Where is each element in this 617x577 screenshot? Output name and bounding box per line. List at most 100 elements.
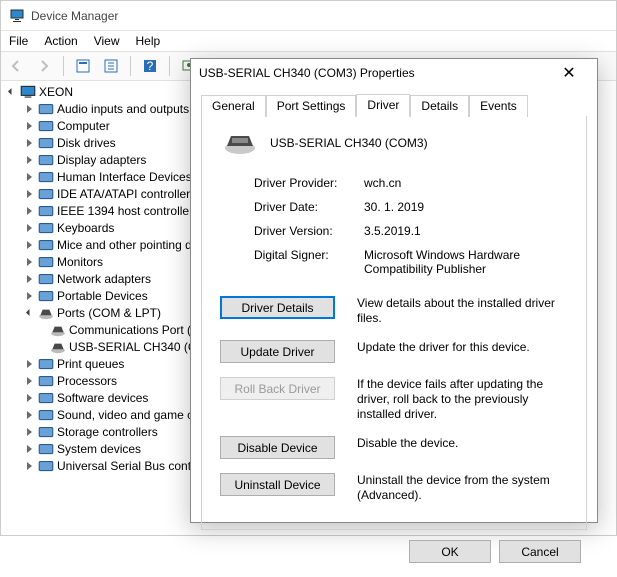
- driver-actions: Driver Details View details about the in…: [218, 296, 570, 517]
- expander-icon[interactable]: [23, 460, 35, 472]
- expander-icon[interactable]: [23, 307, 35, 319]
- forward-button: [33, 55, 55, 77]
- tab-events[interactable]: Events: [469, 95, 528, 117]
- expander-icon[interactable]: [23, 205, 35, 217]
- dialog-buttons: OK Cancel: [191, 536, 597, 577]
- value-date: 30. 1. 2019: [364, 200, 570, 214]
- expander-icon[interactable]: [23, 256, 35, 268]
- expander-icon[interactable]: [23, 273, 35, 285]
- ok-button[interactable]: OK: [409, 540, 491, 563]
- dialog-titlebar: USB-SERIAL CH340 (COM3) Properties ✕: [191, 59, 597, 87]
- tree-item-label: IDE ATA/ATAPI controllers: [57, 187, 196, 201]
- tree-item-label: Processors: [57, 374, 117, 388]
- device-name: USB-SERIAL CH340 (COM3): [270, 136, 428, 150]
- toolbar-separator: [130, 56, 131, 76]
- port-icon: [49, 322, 67, 338]
- close-icon[interactable]: ✕: [549, 59, 589, 87]
- tree-root-label: XEON: [39, 85, 73, 99]
- expander-icon[interactable]: [5, 86, 17, 98]
- label-signer: Digital Signer:: [254, 248, 364, 276]
- expander-icon[interactable]: [23, 171, 35, 183]
- svg-text:?: ?: [147, 59, 154, 73]
- row-provider: Driver Provider: wch.cn: [254, 176, 570, 190]
- tree-item-label: Display adapters: [57, 153, 146, 167]
- expander-icon[interactable]: [23, 137, 35, 149]
- menu-action[interactable]: Action: [44, 34, 77, 48]
- value-version: 3.5.2019.1: [364, 224, 570, 238]
- label-date: Driver Date:: [254, 200, 364, 214]
- menu-help[interactable]: Help: [136, 34, 161, 48]
- category-icon: [37, 424, 55, 440]
- update-driver-desc: Update the driver for this device.: [357, 340, 570, 355]
- toolbar-separator: [169, 56, 170, 76]
- tab-general[interactable]: General: [201, 95, 266, 117]
- tree-item-label: Print queues: [57, 357, 124, 371]
- expander-icon[interactable]: [23, 222, 35, 234]
- category-icon: [37, 152, 55, 168]
- category-icon: [37, 271, 55, 287]
- category-icon: [37, 254, 55, 270]
- category-icon: [37, 441, 55, 457]
- update-driver-button[interactable]: Update Driver: [220, 340, 335, 363]
- device-manager-icon: [9, 8, 25, 24]
- toolbar-separator: [63, 56, 64, 76]
- category-icon: [37, 101, 55, 117]
- tab-driver[interactable]: Driver: [356, 94, 410, 117]
- window-title: Device Manager: [31, 9, 118, 23]
- tab-body: USB-SERIAL CH340 (COM3) Driver Provider:…: [201, 116, 587, 530]
- expander-icon[interactable]: [23, 392, 35, 404]
- tab-port-settings[interactable]: Port Settings: [266, 95, 357, 117]
- category-icon: [37, 305, 55, 321]
- category-icon: [37, 373, 55, 389]
- value-signer: Microsoft Windows Hardware Compatibility…: [364, 248, 570, 276]
- tree-item-label: Human Interface Devices: [57, 170, 192, 184]
- menu-view[interactable]: View: [94, 34, 120, 48]
- rollback-driver-desc: If the device fails after updating the d…: [357, 377, 570, 422]
- expander-icon[interactable]: [23, 154, 35, 166]
- tree-item-label: System devices: [57, 442, 141, 456]
- category-icon: [37, 288, 55, 304]
- cancel-button[interactable]: Cancel: [499, 540, 581, 563]
- expander-icon[interactable]: [23, 426, 35, 438]
- tree-item-label: Network adapters: [57, 272, 151, 286]
- driver-details-button[interactable]: Driver Details: [220, 296, 335, 319]
- driver-details-desc: View details about the installed driver …: [357, 296, 570, 326]
- expander-icon[interactable]: [23, 375, 35, 387]
- row-signer: Digital Signer: Microsoft Windows Hardwa…: [254, 248, 570, 276]
- uninstall-device-button[interactable]: Uninstall Device: [220, 473, 335, 496]
- tree-item-label: Monitors: [57, 255, 103, 269]
- rollback-driver-button: Roll Back Driver: [220, 377, 335, 400]
- menu-file[interactable]: File: [9, 34, 28, 48]
- expander-icon[interactable]: [23, 443, 35, 455]
- category-icon: [37, 458, 55, 474]
- tabstrip: General Port Settings Driver Details Eve…: [191, 87, 597, 116]
- category-icon: [37, 390, 55, 406]
- tree-item-label: Computer: [57, 119, 110, 133]
- expander-icon[interactable]: [23, 290, 35, 302]
- expander-icon[interactable]: [23, 239, 35, 251]
- toolbar-properties-icon[interactable]: [72, 55, 94, 77]
- expander-icon[interactable]: [23, 358, 35, 370]
- tree-item-label: Keyboards: [57, 221, 114, 235]
- expander-icon[interactable]: [23, 120, 35, 132]
- uninstall-device-desc: Uninstall the device from the system (Ad…: [357, 473, 570, 503]
- tree-item-label: Portable Devices: [57, 289, 148, 303]
- category-icon: [37, 203, 55, 219]
- category-icon: [37, 186, 55, 202]
- dialog-title: USB-SERIAL CH340 (COM3) Properties: [199, 66, 549, 80]
- tab-details[interactable]: Details: [410, 95, 469, 117]
- computer-icon: [19, 84, 37, 100]
- back-button: [5, 55, 27, 77]
- expander-icon[interactable]: [23, 188, 35, 200]
- row-date: Driver Date: 30. 1. 2019: [254, 200, 570, 214]
- port-icon: [49, 339, 67, 355]
- menubar: File Action View Help: [1, 31, 616, 51]
- category-icon: [37, 407, 55, 423]
- category-icon: [37, 118, 55, 134]
- category-icon: [37, 356, 55, 372]
- expander-icon[interactable]: [23, 103, 35, 115]
- disable-device-button[interactable]: Disable Device: [220, 436, 335, 459]
- toolbar-help-icon[interactable]: ?: [139, 55, 161, 77]
- expander-icon[interactable]: [23, 409, 35, 421]
- toolbar-scan-icon[interactable]: [100, 55, 122, 77]
